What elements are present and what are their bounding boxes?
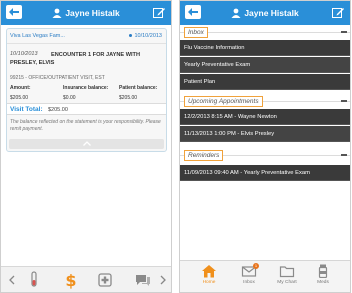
encounter-card[interactable]: Viva Las Vegas Fam... 10/10/2013 10/10/2… xyxy=(6,28,167,152)
inbox-section-header[interactable]: Inbox xyxy=(180,26,350,39)
folder-icon xyxy=(279,266,295,278)
patient-balance-value: $205.00 xyxy=(119,95,138,101)
health-summary-button[interactable] xyxy=(95,271,115,289)
encounter-title: ENCOUNTER 1 FOR JAYNE WITH PRESLEY, ELVI… xyxy=(10,52,140,66)
svg-text:$: $ xyxy=(65,271,76,289)
tab-home-label: Home xyxy=(202,280,216,285)
user-name: Jayne Histalk xyxy=(244,8,299,18)
home-icon xyxy=(202,265,216,278)
user-header[interactable]: Jayne Histalk xyxy=(1,1,171,25)
balance-note: The balance reflected on the statement i… xyxy=(10,119,161,132)
compose-icon[interactable] xyxy=(332,6,345,19)
appointment-item[interactable]: 12/2/2013 8:15 AM - Wayne Newton xyxy=(180,109,350,125)
collapse-minus-icon[interactable] xyxy=(341,154,347,156)
patient-balance-label: Patient balance: xyxy=(119,85,158,91)
inbox-item[interactable]: Flu Vaccine Information xyxy=(180,40,350,56)
tab-bar: Home 1 Inbox My Chart Meds xyxy=(180,260,350,292)
tab-inbox-label: Inbox xyxy=(243,280,255,285)
insurance-balance-block: Insurance balance: $0.00 xyxy=(63,85,108,101)
tab-my-chart-label: My Chart xyxy=(277,280,297,285)
compose-icon[interactable] xyxy=(153,6,166,19)
billing-button[interactable]: $ xyxy=(61,271,81,289)
status-dot-icon xyxy=(129,34,133,38)
inbox-title: Inbox xyxy=(184,27,208,38)
chevron-up-icon xyxy=(82,141,91,146)
appointment-item[interactable]: 11/13/2013 1:00 PM - Elvis Presley xyxy=(180,126,350,142)
patient-balance-block: Patient balance: $205.00 xyxy=(119,85,157,101)
top-bar: Jayne Histalk xyxy=(180,1,350,25)
reminders-title: Reminders xyxy=(184,150,224,161)
home-screen: Jayne Histalk Inbox Flu Vaccine Informat… xyxy=(179,0,351,293)
top-bar: Jayne Histalk xyxy=(1,1,171,25)
amount-label: Amount: xyxy=(10,85,31,91)
prev-button[interactable] xyxy=(2,271,22,289)
reminders-section-header[interactable]: Reminders xyxy=(180,149,350,162)
inbox-badge: 1 xyxy=(253,263,259,269)
procedure-code: 99215 - OFFICE/OUTPATIENT VISIT, EST xyxy=(10,75,105,81)
bottom-toolbar: $ xyxy=(1,266,171,292)
appointments-section-header[interactable]: Upcoming Appointments xyxy=(180,95,350,108)
visit-total-value: $205.00 xyxy=(48,107,68,113)
person-icon xyxy=(231,8,241,18)
inbox-item[interactable]: Patient Plan xyxy=(180,74,350,90)
chat-icon xyxy=(136,275,150,286)
forward-chevron-icon xyxy=(160,275,166,285)
user-name: Jayne Histalk xyxy=(65,8,120,18)
tab-home[interactable]: Home xyxy=(194,264,224,292)
lab-results-button[interactable] xyxy=(24,271,44,289)
reminder-item[interactable]: 11/09/2013 09:40 AM - Yearly Preventativ… xyxy=(180,165,350,181)
messages-button[interactable] xyxy=(133,271,153,289)
insurance-balance-label: Insurance balance: xyxy=(63,85,109,91)
tab-meds[interactable]: Meds xyxy=(308,264,338,292)
tab-inbox[interactable]: 1 Inbox xyxy=(234,263,264,292)
screenshot-stage: Jayne Histalk Viva Las Vegas Fam... 10/1… xyxy=(0,0,352,293)
amount-value: $205.00 xyxy=(10,95,29,101)
billing-screen: Jayne Histalk Viva Las Vegas Fam... 10/1… xyxy=(0,0,172,293)
tab-meds-label: Meds xyxy=(317,280,329,285)
amount-block: Amount: $205.00 xyxy=(10,85,31,101)
visit-total: Visit Total: $205.00 xyxy=(7,103,166,115)
back-chevron-icon xyxy=(9,275,15,285)
tab-my-chart[interactable]: My Chart xyxy=(272,264,302,292)
medical-kit-icon xyxy=(98,273,112,287)
collapse-minus-icon[interactable] xyxy=(341,100,347,102)
encounter-location: Viva Las Vegas Fam... xyxy=(10,33,65,39)
encounter-card-header: Viva Las Vegas Fam... 10/10/2013 xyxy=(7,29,166,44)
collapse-button[interactable] xyxy=(9,139,164,149)
user-header[interactable]: Jayne Histalk xyxy=(180,1,350,25)
insurance-balance-value: $0.00 xyxy=(63,95,76,101)
dollar-icon: $ xyxy=(65,271,76,289)
inbox-item[interactable]: Yearly Preventative Exam xyxy=(180,57,350,73)
collapse-minus-icon[interactable] xyxy=(341,31,347,33)
pill-bottle-icon xyxy=(318,264,328,278)
next-button[interactable] xyxy=(153,271,171,289)
person-icon xyxy=(52,8,62,18)
visit-total-label: Visit Total: xyxy=(10,106,43,113)
appointments-title: Upcoming Appointments xyxy=(184,96,263,107)
encounter-header-date: 10/10/2013 xyxy=(134,33,162,39)
test-tube-icon xyxy=(31,271,37,287)
